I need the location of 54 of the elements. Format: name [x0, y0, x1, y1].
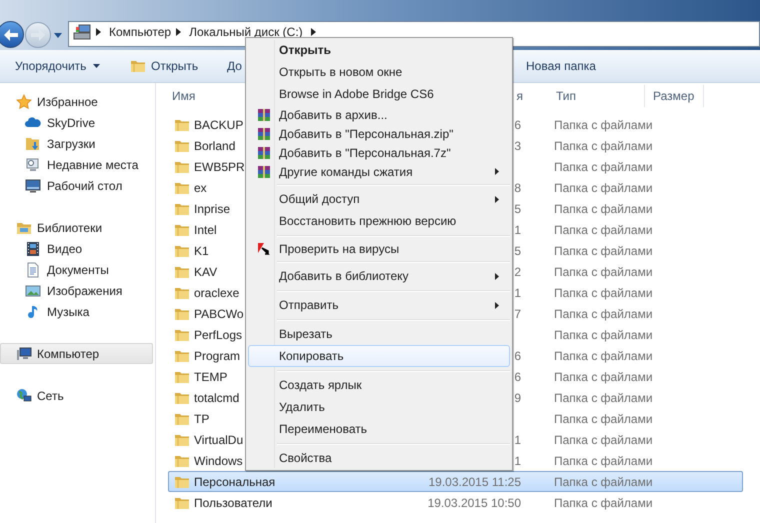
file-name: VirtualDu — [194, 432, 244, 448]
file-name: Intel — [194, 222, 217, 238]
file-type: Папка с файлами — [554, 390, 653, 406]
file-type: Папка с файлами — [554, 158, 653, 176]
file-type: Папка с файлами — [554, 200, 653, 218]
file-name: PABCWo — [194, 306, 244, 322]
file-type: Папка с файлами — [554, 264, 653, 280]
modified-date: 1 — [514, 452, 521, 470]
modified-date: 6 — [514, 348, 521, 364]
modified-date: 1 — [514, 432, 521, 448]
modified-date: 9 — [514, 390, 521, 406]
file-name: Пользователи — [194, 494, 272, 512]
file-name: totalcmd — [194, 390, 240, 406]
file-type: Папка с файлами — [554, 432, 653, 448]
file-type: Папка с файлами — [554, 410, 653, 428]
file-type: Папка с файлами — [554, 242, 653, 260]
file-name: TP — [194, 410, 210, 428]
file-type: Папка с файлами — [554, 284, 653, 302]
file-type: Папка с файлами — [554, 474, 653, 490]
file-name: KAV — [194, 264, 218, 280]
file-type: Папка с файлами — [554, 306, 653, 322]
file-type: Папка с файлами — [554, 494, 653, 512]
modified-date: 19.03.2015 11:25 — [428, 474, 521, 490]
modified-date: 2 — [514, 264, 521, 280]
file-type: Папка с файлами — [554, 452, 653, 470]
file-name: PerfLogs — [194, 326, 242, 344]
modified-date: 6 — [514, 116, 521, 134]
file-name: K1 — [194, 242, 209, 260]
modified-date: 5 — [514, 242, 521, 260]
modified-date: 19.03.2015 10:50 — [428, 494, 521, 512]
file-type: Папка с файлами — [554, 222, 653, 238]
modified-date: 1 — [514, 284, 521, 302]
file-type: Папка с файлами — [554, 180, 653, 196]
modified-date: 3 — [514, 138, 521, 154]
file-name: Program — [194, 348, 240, 364]
file-type: Папка с файлами — [554, 138, 653, 154]
file-type: Папка с файлами — [554, 348, 653, 364]
file-name: BACKUP — [194, 116, 244, 134]
file-name: ex — [194, 180, 207, 196]
file-type: Папка с файлами — [554, 326, 653, 344]
file-name: Borland — [194, 138, 236, 154]
file-name: TEMP — [194, 368, 228, 386]
modified-date: 7 — [514, 306, 521, 322]
modified-date: 8 — [514, 180, 521, 196]
modified-date: 6 — [514, 368, 521, 386]
file-name: EWB5PR — [194, 158, 245, 176]
file-name: Inprise — [194, 200, 230, 218]
file-name: Windows — [194, 452, 243, 470]
file-type: Папка с файлами — [554, 368, 653, 386]
file-name: oraclexe — [194, 284, 240, 302]
modified-date: 1 — [514, 222, 521, 238]
file-type: Папка с файлами — [554, 116, 653, 134]
file-name: Персональная — [194, 474, 276, 490]
modified-date: 5 — [514, 200, 521, 218]
